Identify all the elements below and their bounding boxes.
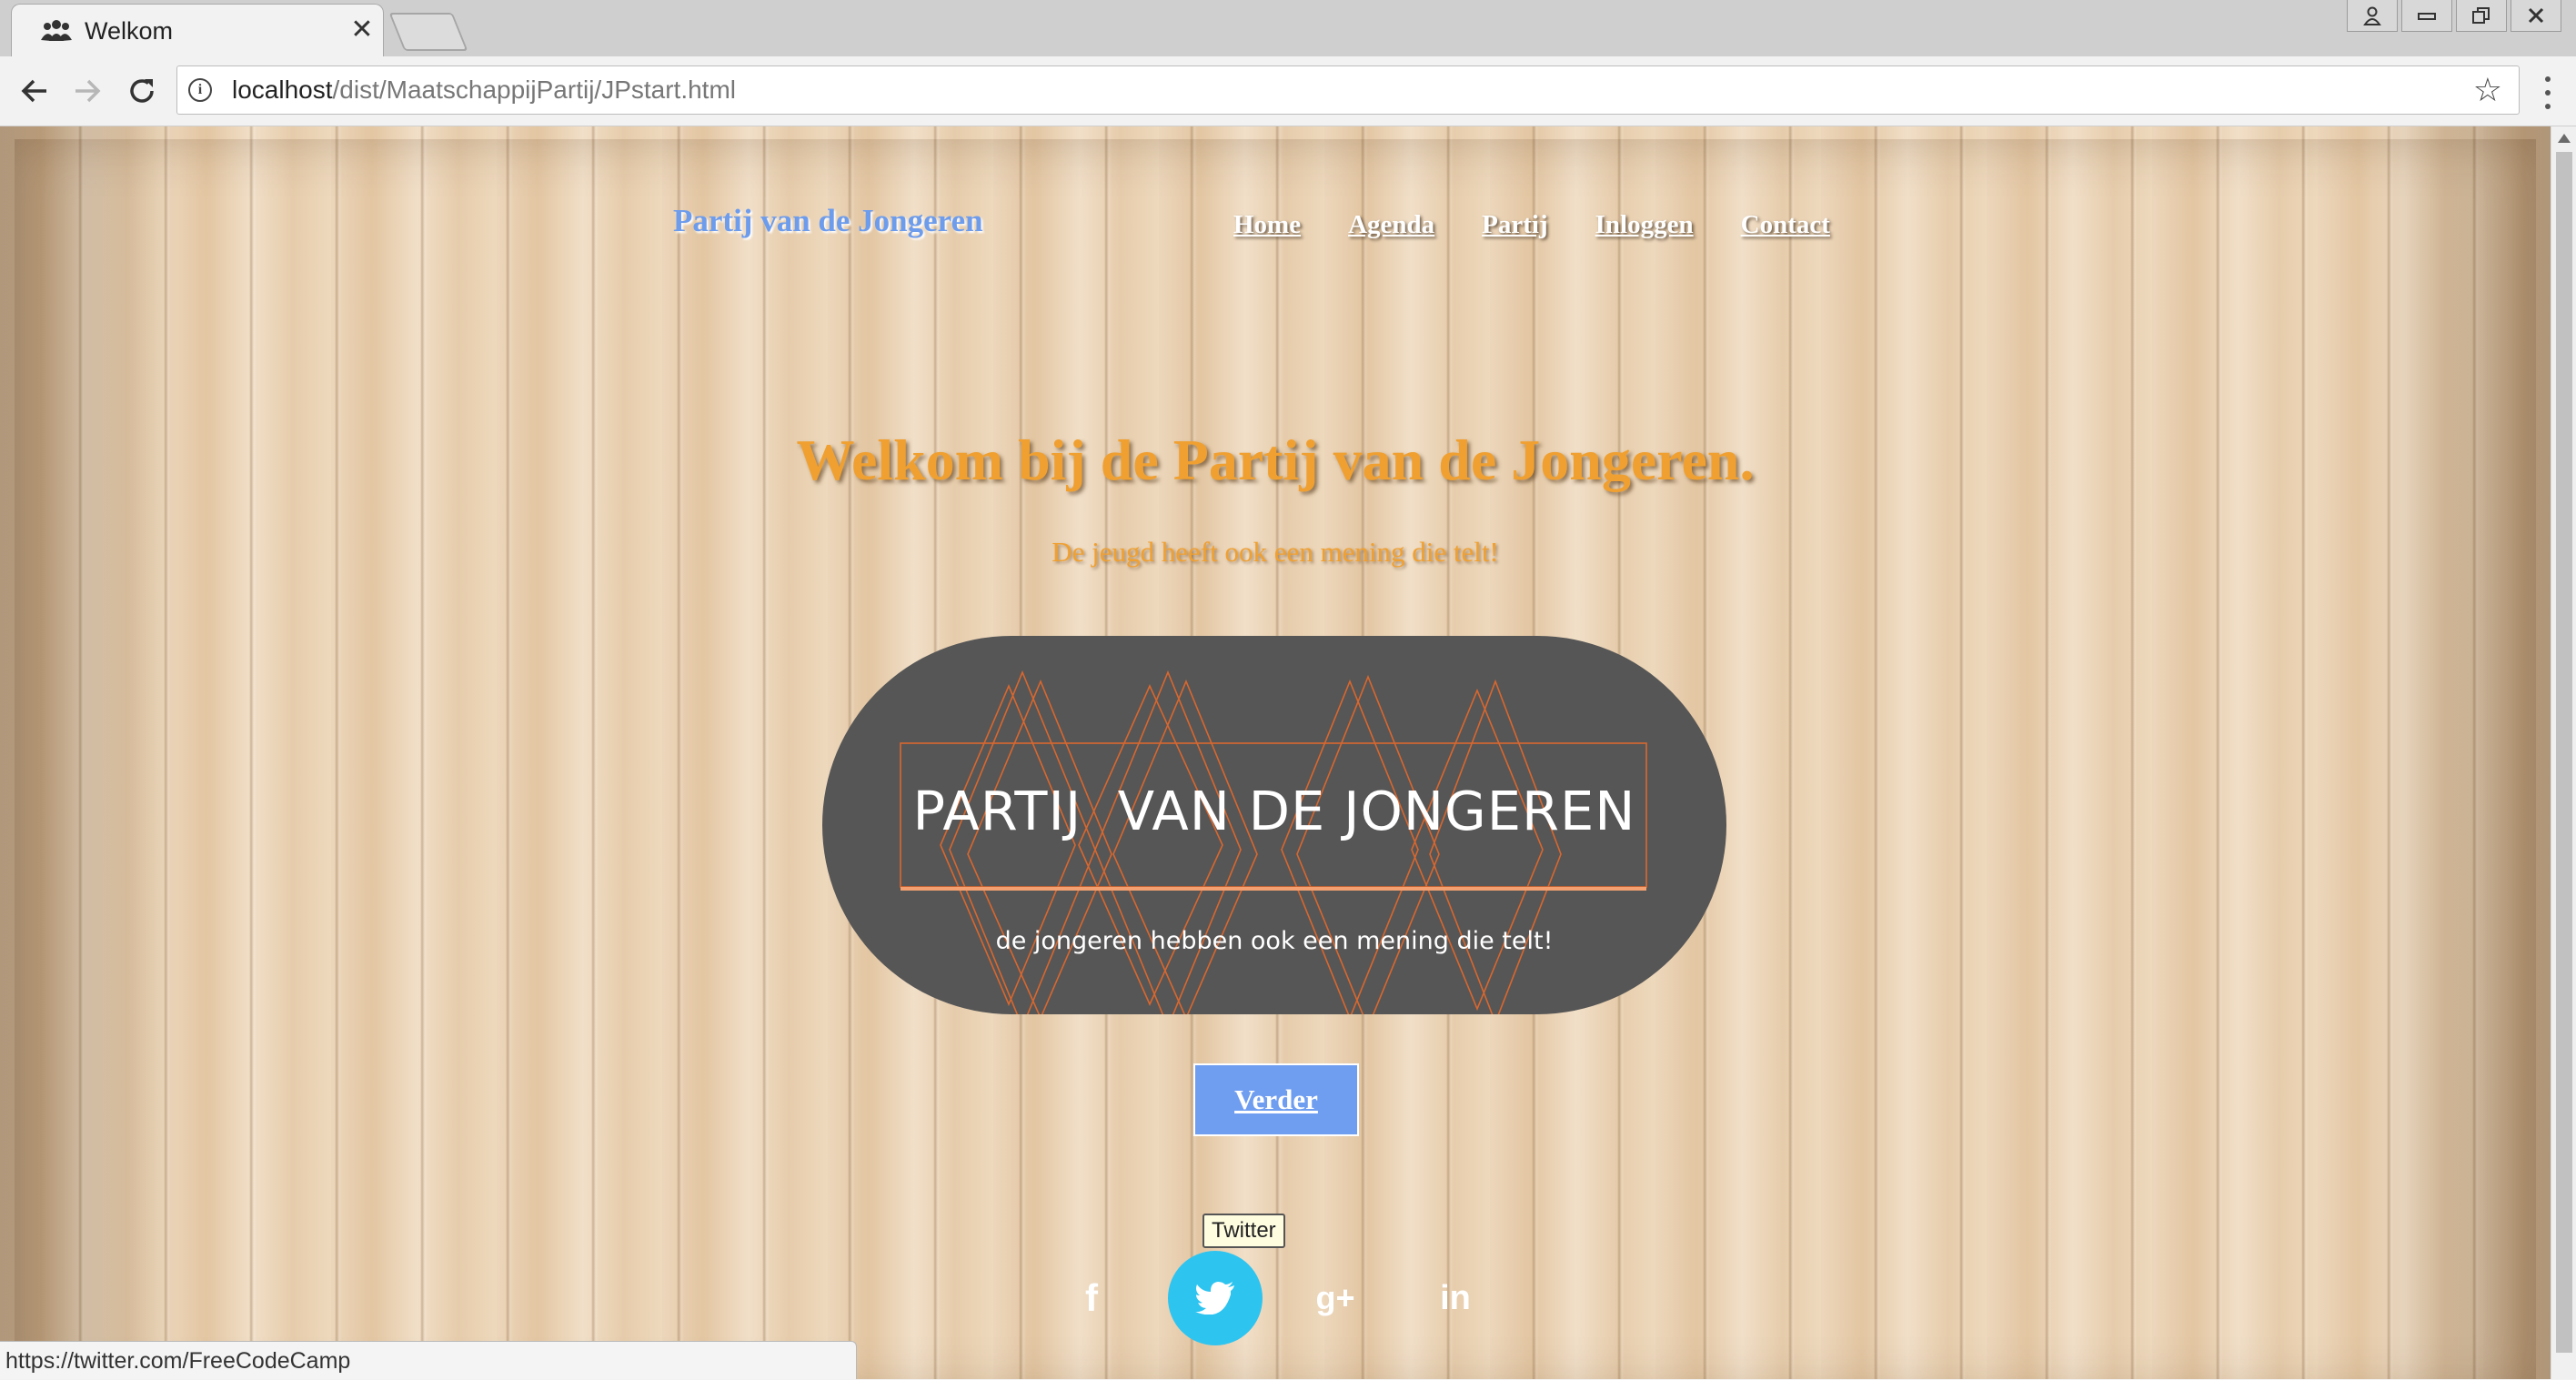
page-subline: De jeugd heeft ook een mening die telt! xyxy=(1052,536,1499,568)
restore-button[interactable] xyxy=(2456,0,2507,32)
arrow-right-icon xyxy=(75,79,101,103)
linkedin-icon: in xyxy=(1440,1278,1471,1317)
address-bar[interactable]: i localhost/dist/MaatschappijPartij/JPst… xyxy=(176,65,2520,115)
user-icon xyxy=(2363,6,2381,25)
verder-button[interactable]: Verder xyxy=(1193,1063,1359,1136)
tab-strip: Welkom ✕ xyxy=(0,0,2576,57)
nav-partij[interactable]: Partij xyxy=(1482,210,1547,240)
twitter-link[interactable] xyxy=(1168,1251,1263,1345)
url-text: localhost/dist/MaatschappijPartij/JPstar… xyxy=(232,76,736,104)
url-path: /dist/MaatschappijPartij/JPstart.html xyxy=(332,76,737,104)
page-viewport: Partij van de Jongeren Home Agenda Parti… xyxy=(0,126,2551,1379)
linkedin-link[interactable]: in xyxy=(1408,1251,1503,1345)
reload-icon xyxy=(130,79,154,103)
facebook-icon: f xyxy=(1085,1276,1098,1319)
close-window-button[interactable] xyxy=(2511,0,2561,32)
info-icon[interactable]: i xyxy=(188,78,212,102)
twitter-tooltip: Twitter xyxy=(1202,1214,1285,1248)
nav-agenda[interactable]: Agenda xyxy=(1348,210,1434,240)
browser-tab[interactable]: Welkom ✕ xyxy=(11,4,384,57)
facebook-link[interactable]: f xyxy=(1044,1251,1139,1345)
window-controls xyxy=(2347,0,2561,33)
close-icon xyxy=(2528,7,2544,24)
scroll-thumb[interactable] xyxy=(2556,152,2572,1353)
google-plus-link[interactable]: g+ xyxy=(1288,1251,1383,1345)
profile-button[interactable] xyxy=(2347,0,2398,32)
google-plus-icon: g+ xyxy=(1315,1279,1355,1316)
nav-home[interactable]: Home xyxy=(1233,210,1301,240)
people-icon xyxy=(39,17,74,45)
url-host: localhost xyxy=(232,76,333,104)
minimize-button[interactable] xyxy=(2401,0,2452,32)
browser-toolbar: i localhost/dist/MaatschappijPartij/JPst… xyxy=(0,56,2576,126)
minimize-icon xyxy=(2418,13,2436,20)
back-button[interactable] xyxy=(13,69,56,113)
close-tab-icon[interactable]: ✕ xyxy=(347,14,377,46)
arrow-left-icon xyxy=(21,79,46,103)
twitter-icon xyxy=(1195,1282,1234,1315)
status-bar: https://twitter.com/FreeCodeCamp xyxy=(0,1341,857,1379)
main-nav: Home Agenda Partij Inloggen Contact xyxy=(1233,210,1830,240)
party-logo: PARTIJ VAN DE JONGEREN de jongeren hebbe… xyxy=(822,636,1726,1014)
nav-contact[interactable]: Contact xyxy=(1741,210,1830,240)
site-brand[interactable]: Partij van de Jongeren xyxy=(673,203,983,239)
logo-subtitle: de jongeren hebben ook een mening die te… xyxy=(995,927,1554,955)
forward-button[interactable] xyxy=(65,69,109,113)
scroll-up-arrow-icon[interactable] xyxy=(2558,134,2571,143)
tab-title: Welkom xyxy=(85,17,174,45)
nav-inloggen[interactable]: Inloggen xyxy=(1595,210,1694,240)
new-tab-button[interactable] xyxy=(388,13,468,51)
restore-icon xyxy=(2472,7,2490,24)
bookmark-star-icon[interactable]: ☆ xyxy=(2473,74,2502,106)
page-headline: Welkom bij de Partij van de Jongeren. xyxy=(796,428,1755,492)
browser-menu-icon[interactable] xyxy=(2541,76,2554,109)
logo-title: PARTIJ VAN DE JONGEREN xyxy=(912,780,1636,842)
reload-button[interactable] xyxy=(120,69,164,113)
page-scrollbar[interactable] xyxy=(2551,126,2576,1379)
